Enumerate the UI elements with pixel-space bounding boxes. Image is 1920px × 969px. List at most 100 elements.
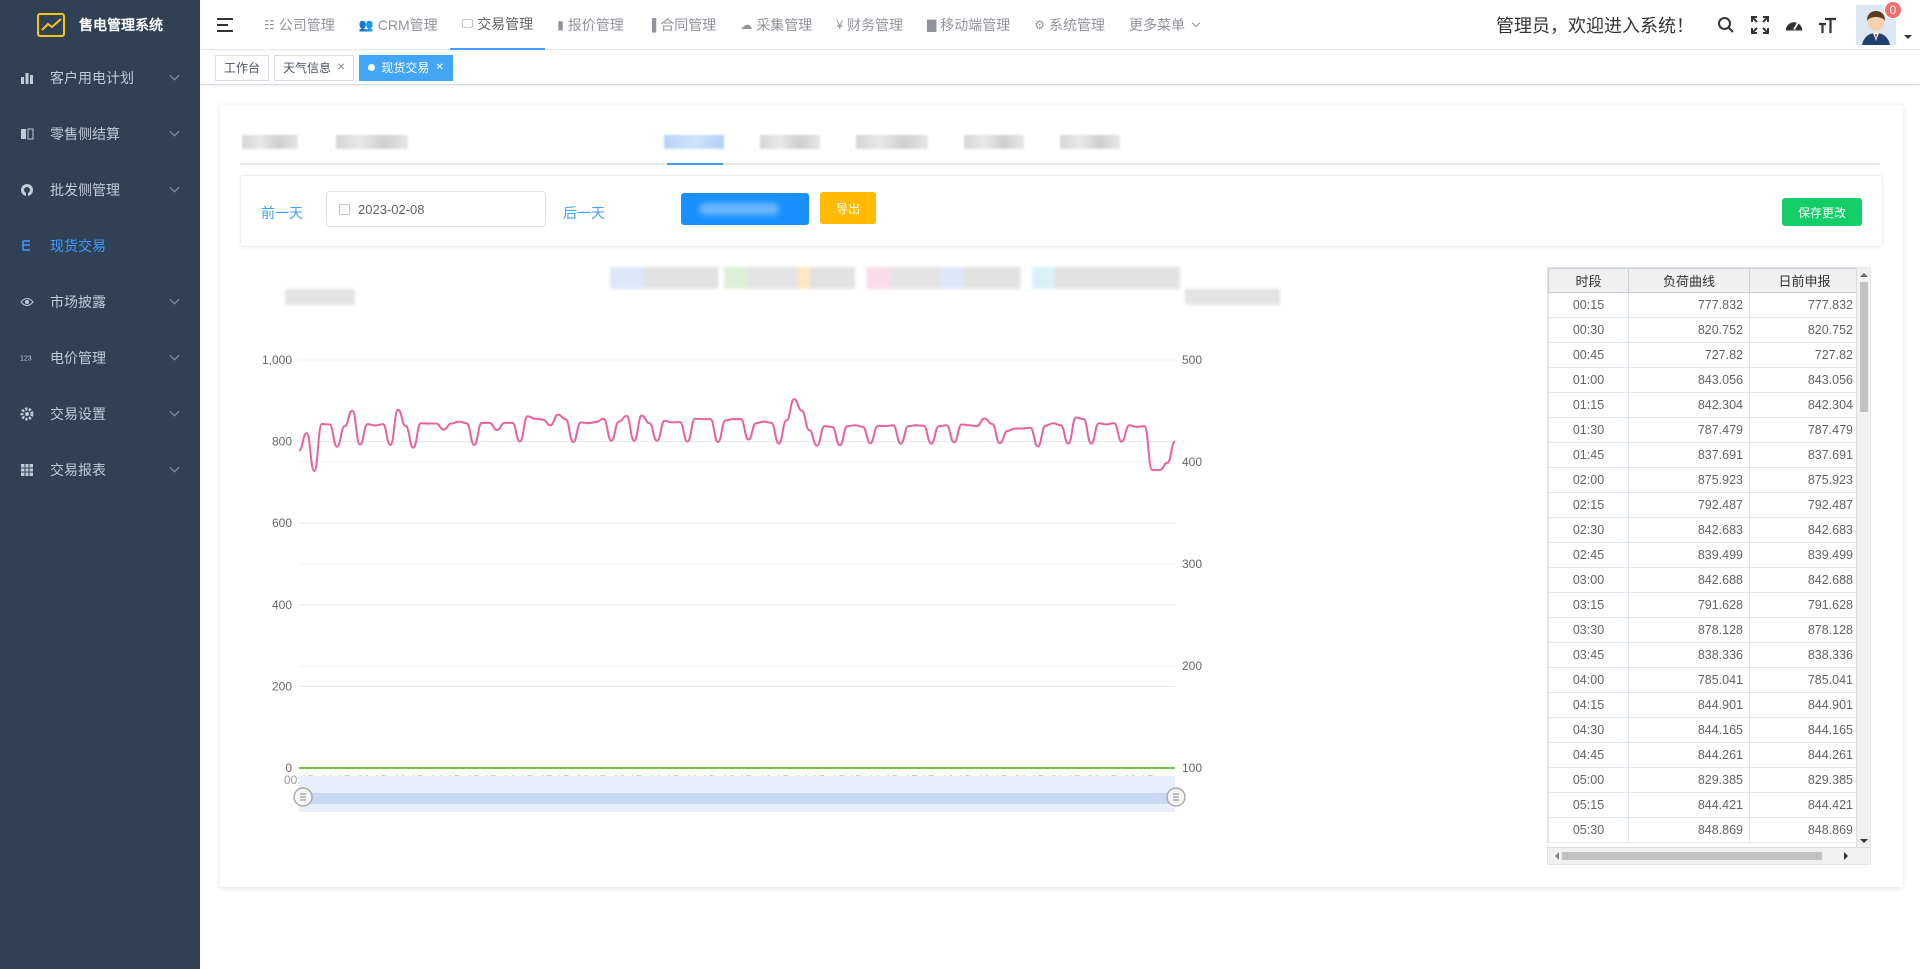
top-menu-item-8[interactable]: ▇ 移动端管理 <box>915 0 1022 50</box>
column-header[interactable]: 时段 <box>1548 268 1629 293</box>
tag-3[interactable]: 现货交易 ✕ <box>359 54 453 81</box>
table-cell[interactable]: 791.628 <box>1749 592 1860 618</box>
table-cell[interactable]: 829.385 <box>1749 767 1860 793</box>
table-row[interactable]: 04:00 785.041 785.041 <box>1548 667 1860 693</box>
top-menu-item-10[interactable]: 更多菜单 <box>1117 0 1211 50</box>
table-cell[interactable]: 785.041 <box>1749 667 1860 693</box>
table-cell: 727.82 <box>1628 342 1750 368</box>
table-cell[interactable]: 842.683 <box>1749 517 1860 543</box>
top-menu-item-6[interactable]: ☁ 采集管理 <box>728 0 824 50</box>
table-cell[interactable]: 844.261 <box>1749 742 1860 768</box>
table-row[interactable]: 01:15 842.304 842.304 <box>1548 392 1860 418</box>
table-cell[interactable]: 844.901 <box>1749 692 1860 718</box>
top-menu-item-4[interactable]: ▮ 报价管理 <box>545 0 636 50</box>
prev-day-link[interactable]: 前一天 <box>261 203 303 223</box>
top-menu-item-2[interactable]: 👥 CRM管理 <box>347 0 450 50</box>
chevron-down-icon <box>169 126 180 137</box>
table-row[interactable]: 03:45 838.336 838.336 <box>1548 642 1860 668</box>
sidebar-item-2[interactable]: 零售侧结算 <box>0 106 200 162</box>
sidebar-item-4[interactable]: 现货交易 <box>0 218 200 274</box>
table-row[interactable]: 05:00 829.385 829.385 <box>1548 767 1860 793</box>
sidebar-item-3[interactable]: 批发侧管理 <box>0 162 200 218</box>
table-cell: 04:45 <box>1548 742 1629 768</box>
sub-tab-3[interactable] <box>664 135 724 149</box>
close-icon[interactable]: ✕ <box>337 62 345 73</box>
sidebar-item-6[interactable]: 123 电价管理 <box>0 330 200 386</box>
sub-tab-4[interactable] <box>760 135 820 149</box>
sidebar-item-8[interactable]: 交易报表 <box>0 442 200 498</box>
column-header[interactable]: 负荷曲线 <box>1628 268 1750 293</box>
fullscreen-icon[interactable] <box>1750 15 1770 35</box>
save-button[interactable]: 保存更改 <box>1782 198 1862 226</box>
table-row[interactable]: 05:15 844.421 844.421 <box>1548 792 1860 818</box>
vertical-scrollbar[interactable] <box>1856 268 1870 848</box>
date-picker[interactable]: 2023-02-08 <box>326 191 546 227</box>
caret-down-icon[interactable] <box>1904 35 1912 43</box>
table-cell[interactable]: 844.421 <box>1749 792 1860 818</box>
table-cell[interactable]: 820.752 <box>1749 317 1860 343</box>
table-cell[interactable]: 787.479 <box>1749 417 1860 443</box>
table-cell[interactable]: 843.056 <box>1749 367 1860 393</box>
table-cell: 02:30 <box>1548 517 1629 543</box>
export-button[interactable]: 导出 <box>820 192 876 224</box>
table-row[interactable]: 03:30 878.128 878.128 <box>1548 617 1860 643</box>
table-cell[interactable]: 875.923 <box>1749 467 1860 493</box>
table-row[interactable]: 02:15 792.487 792.487 <box>1548 492 1860 518</box>
table-row[interactable]: 01:45 837.691 837.691 <box>1548 442 1860 468</box>
table-row[interactable]: 02:30 842.683 842.683 <box>1548 517 1860 543</box>
search-icon[interactable] <box>1716 15 1736 35</box>
tag-2[interactable]: 天气信息 ✕ <box>274 54 355 81</box>
next-day-link[interactable]: 后一天 <box>563 203 605 223</box>
table-cell[interactable]: 837.691 <box>1749 442 1860 468</box>
table-cell[interactable]: 838.336 <box>1749 642 1860 668</box>
avatar[interactable]: 0 <box>1856 1 1912 45</box>
table-cell[interactable]: 842.688 <box>1749 567 1860 593</box>
sub-tab-7[interactable] <box>1060 135 1120 149</box>
sub-tab-6[interactable] <box>964 135 1024 149</box>
table-cell[interactable]: 842.304 <box>1749 392 1860 418</box>
table-row[interactable]: 00:15 777.832 777.832 <box>1548 292 1860 318</box>
table-row[interactable]: 04:45 844.261 844.261 <box>1548 742 1860 768</box>
hamburger-icon[interactable] <box>217 17 233 32</box>
table-row[interactable]: 04:15 844.901 844.901 <box>1548 692 1860 718</box>
table-cell[interactable]: 878.128 <box>1749 617 1860 643</box>
table-row[interactable]: 03:00 842.688 842.688 <box>1548 567 1860 593</box>
table-row[interactable]: 05:30 848.869 848.869 <box>1548 817 1860 843</box>
top-menu-item-1[interactable]: ☷ 公司管理 <box>252 0 347 50</box>
sidebar-item-7[interactable]: 交易设置 <box>0 386 200 442</box>
horizontal-scrollbar[interactable] <box>1548 847 1870 864</box>
top-menu-item-7[interactable]: ¥ 财务管理 <box>824 0 915 50</box>
top-menu-item-5[interactable]: ▐ 合同管理 <box>636 0 729 50</box>
sub-tab-5[interactable] <box>856 135 928 149</box>
table-cell[interactable]: 777.832 <box>1749 292 1860 318</box>
app-logo[interactable]: 售电管理系统 <box>0 0 200 50</box>
column-header[interactable]: 日前申报 <box>1749 268 1860 293</box>
sidebar-item-5[interactable]: 市场披露 <box>0 274 200 330</box>
table-row[interactable]: 00:45 727.82 727.82 <box>1548 342 1860 368</box>
query-button[interactable] <box>681 193 809 225</box>
sidebar-item-label: 零售侧结算 <box>50 126 120 142</box>
table-cell[interactable]: 844.165 <box>1749 717 1860 743</box>
table-cell[interactable]: 727.82 <box>1749 342 1860 368</box>
top-menu-item-9[interactable]: ⚙ 系统管理 <box>1022 0 1117 50</box>
y-tick-left: 600 <box>272 516 292 530</box>
table-row[interactable]: 00:30 820.752 820.752 <box>1548 317 1860 343</box>
dashboard-icon[interactable] <box>1784 15 1804 35</box>
table-cell[interactable]: 839.499 <box>1749 542 1860 568</box>
table-row[interactable]: 01:00 843.056 843.056 <box>1548 367 1860 393</box>
tag-1[interactable]: 工作台 <box>215 54 270 81</box>
font-size-icon[interactable] <box>1818 15 1838 35</box>
table-row[interactable]: 03:15 791.628 791.628 <box>1548 592 1860 618</box>
table-cell[interactable]: 848.869 <box>1749 817 1860 843</box>
table-row[interactable]: 04:30 844.165 844.165 <box>1548 717 1860 743</box>
close-icon[interactable]: ✕ <box>435 62 443 73</box>
github-icon <box>20 183 34 197</box>
sub-tab-1[interactable] <box>242 135 298 149</box>
table-cell[interactable]: 792.487 <box>1749 492 1860 518</box>
table-row[interactable]: 02:45 839.499 839.499 <box>1548 542 1860 568</box>
top-menu-item-3[interactable]: 🖵 交易管理 <box>449 0 546 50</box>
table-row[interactable]: 02:00 875.923 875.923 <box>1548 467 1860 493</box>
sidebar-item-1[interactable]: 客户用电计划 <box>0 50 200 106</box>
sub-tab-2[interactable] <box>336 135 408 149</box>
table-row[interactable]: 01:30 787.479 787.479 <box>1548 417 1860 443</box>
